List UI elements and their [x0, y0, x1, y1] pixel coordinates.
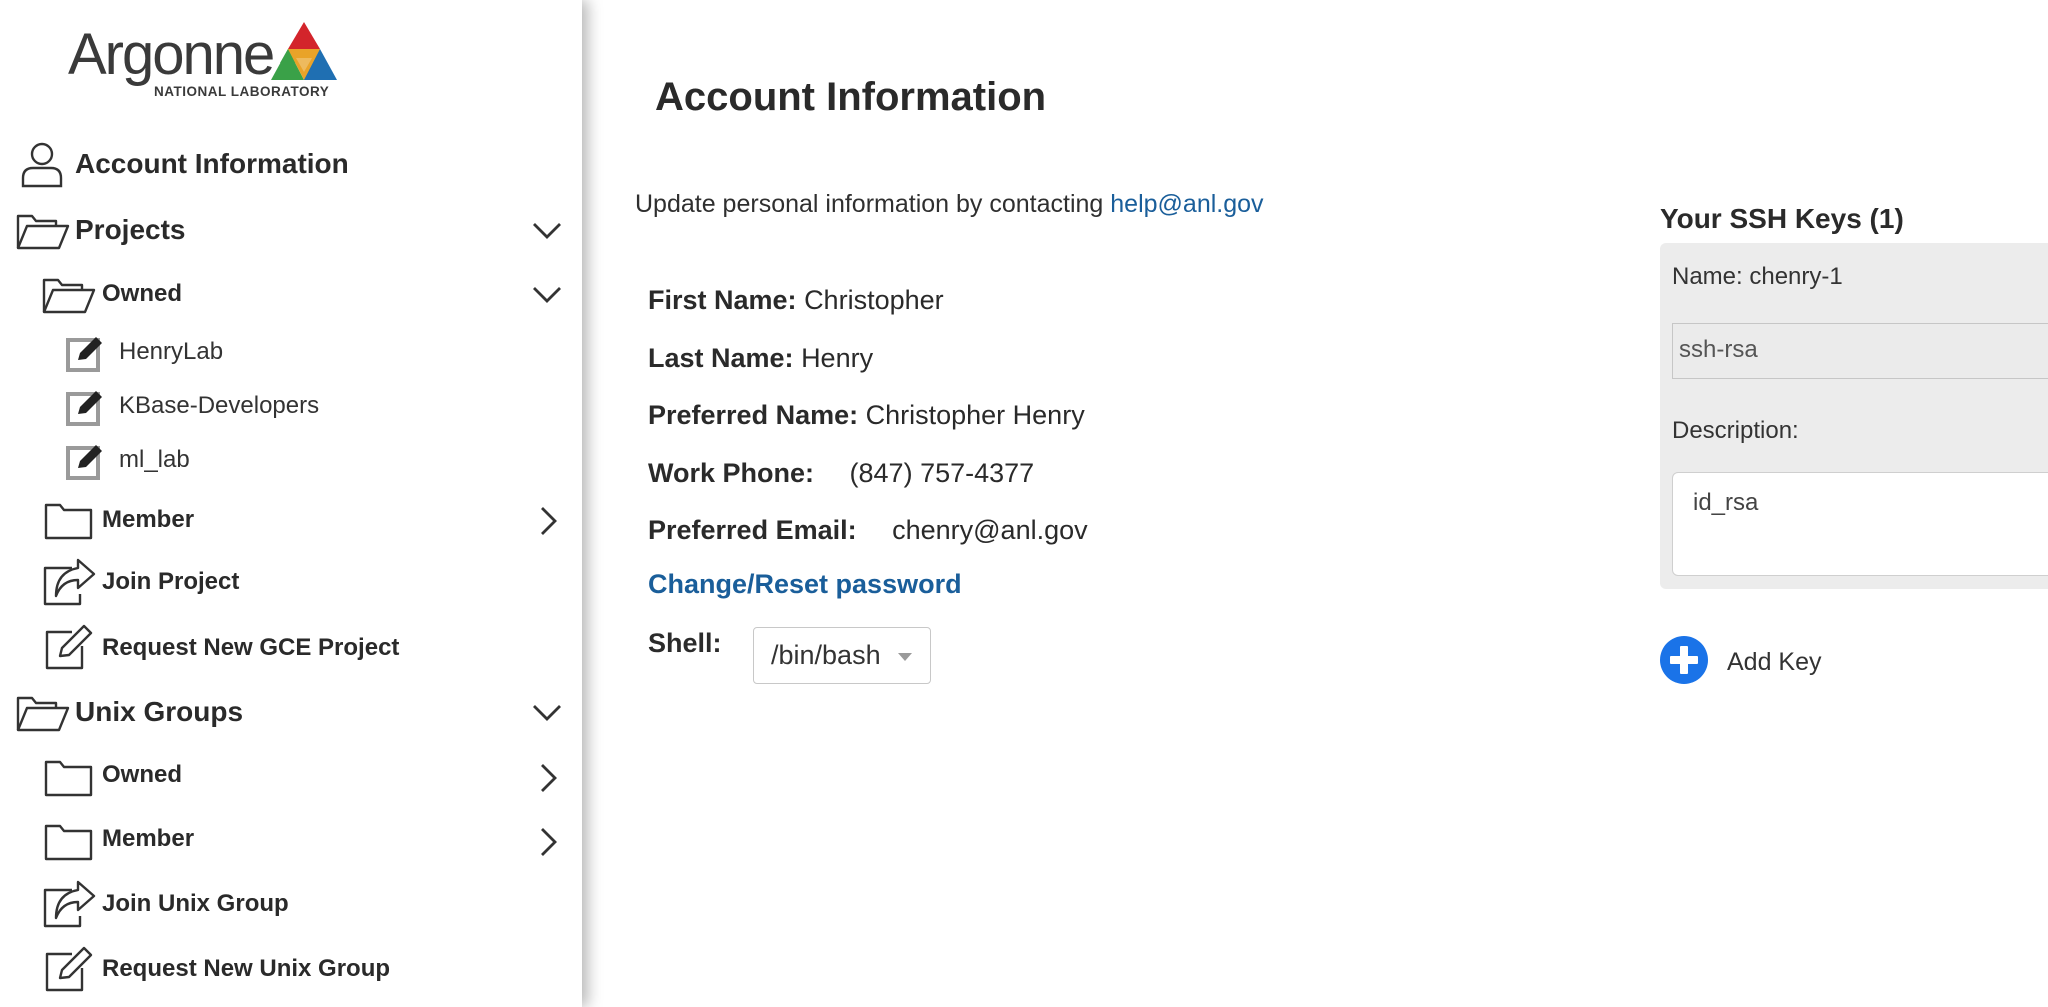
help-email-link[interactable]: help@anl.gov — [1110, 190, 1263, 218]
ssh-key-field[interactable]: ssh-rsa — [1672, 323, 2048, 379]
intro-label: Update personal information by contactin… — [635, 190, 1111, 218]
argonne-logo[interactable]: Argonne NATIONAL LABORATORY — [68, 22, 338, 102]
folder-icon — [44, 760, 93, 797]
add-key-label: Add Key — [1727, 648, 1822, 676]
preferred-email-value: chenry@anl.gov — [892, 515, 1088, 545]
shell-select-value: /bin/bash — [771, 640, 881, 670]
sidebar-item-label: Projects — [75, 214, 186, 245]
page-title: Account Information — [655, 75, 1047, 119]
last-name-label: Last Name: — [648, 343, 794, 373]
shell-select[interactable]: /bin/bash — [753, 627, 931, 684]
edit-icon — [66, 391, 102, 426]
last-name-row: Last Name: Henry — [648, 343, 873, 374]
sidebar-item-join-unix-group[interactable]: Join Unix Group — [0, 878, 560, 928]
sidebar-item-label: Account Information — [75, 148, 349, 179]
logo-word: Argonne — [68, 22, 275, 87]
ssh-key-card: Name: chenry-1 ssh-rsa Description: id_r… — [1660, 243, 2048, 589]
project-label: ml_lab — [119, 446, 190, 473]
argonne-triangle-icon — [271, 22, 337, 80]
project-label: KBase-Developers — [119, 392, 320, 419]
folder-open-icon — [16, 214, 70, 250]
chevron-down-icon[interactable] — [532, 286, 562, 304]
preferred-name-label: Preferred Name: — [648, 400, 859, 430]
user-icon — [21, 142, 63, 188]
work-phone-label: Work Phone: — [648, 458, 815, 488]
sidebar-item-label: Owned — [102, 280, 183, 307]
sidebar-item-label: Join Project — [102, 568, 240, 595]
folder-icon — [44, 503, 93, 540]
intro-text: Update personal information by contactin… — [635, 190, 1264, 219]
work-phone-value: (847) 757-4377 — [849, 458, 1035, 488]
folder-open-icon — [42, 278, 96, 314]
sidebar: Argonne NATIONAL LABORATORY Account Info… — [0, 0, 582, 1007]
sidebar-item-label: Member — [102, 825, 195, 852]
ssh-description-label: Description: — [1672, 417, 1799, 444]
preferred-name-row: Preferred Name: Christopher Henry — [648, 400, 1085, 431]
sidebar-item-label: Member — [102, 506, 195, 533]
ssh-keys-title: Your SSH Keys (1) — [1660, 203, 1904, 234]
main-content: Account Information Update personal info… — [582, 0, 2048, 1007]
sidebar-item-unix-groups[interactable]: Unix Groups — [0, 688, 582, 736]
sidebar-item-projects-owned[interactable]: Owned — [0, 270, 582, 316]
project-item-henrylab[interactable]: HenryLab — [0, 332, 560, 372]
edit-icon — [66, 445, 102, 480]
first-name-label: First Name: — [648, 285, 797, 315]
sidebar-item-label: Join Unix Group — [102, 890, 289, 917]
preferred-email-label: Preferred Email: — [648, 515, 857, 545]
chevron-right-icon[interactable] — [540, 763, 558, 793]
sidebar-item-projects[interactable]: Projects — [0, 206, 582, 254]
sidebar-item-projects-member[interactable]: Member — [0, 496, 582, 542]
preferred-name-value: Christopher Henry — [865, 400, 1085, 430]
sidebar-item-label: Owned — [102, 761, 183, 788]
project-item-kbase-developers[interactable]: KBase-Developers — [0, 386, 560, 426]
folder-icon — [44, 824, 93, 861]
sidebar-item-request-new-gce-project[interactable]: Request New GCE Project — [0, 622, 560, 670]
change-password-link[interactable]: Change/Reset password — [648, 569, 962, 600]
preferred-email-row: Preferred Email: chenry@anl.gov — [648, 515, 1088, 546]
edit-icon — [66, 337, 102, 372]
first-name-row: First Name: Christopher — [648, 285, 944, 316]
edit-icon — [45, 946, 93, 992]
edit-icon — [45, 624, 93, 670]
shell-label: Shell: — [648, 628, 722, 658]
ssh-description-field[interactable]: id_rsa — [1672, 472, 2048, 576]
first-name-value: Christopher — [804, 285, 944, 315]
folder-open-icon — [16, 696, 70, 732]
project-item-ml-lab[interactable]: ml_lab — [0, 440, 560, 480]
project-label: HenryLab — [119, 338, 224, 365]
ssh-key-name: Name: chenry-1 — [1672, 263, 1843, 290]
sidebar-item-label: Request New Unix Group — [102, 955, 391, 982]
plus-circle-icon — [1660, 636, 1708, 684]
sidebar-item-join-project[interactable]: Join Project — [0, 556, 560, 606]
share-icon — [43, 558, 96, 606]
sidebar-item-unix-groups-member[interactable]: Member — [0, 817, 582, 863]
sidebar-item-label: Unix Groups — [75, 696, 244, 727]
last-name-value: Henry — [801, 343, 874, 373]
chevron-right-icon[interactable] — [540, 506, 558, 536]
logo-subtitle: NATIONAL LABORATORY — [154, 84, 330, 99]
sidebar-item-request-new-unix-group[interactable]: Request New Unix Group — [0, 944, 560, 992]
sidebar-item-label: Request New GCE Project — [102, 634, 400, 661]
work-phone-row: Work Phone: (847) 757-4377 — [648, 458, 1034, 489]
sidebar-item-account-information[interactable]: Account Information — [0, 136, 560, 188]
chevron-down-icon[interactable] — [532, 704, 562, 722]
caret-down-icon — [898, 653, 912, 661]
chevron-down-icon[interactable] — [532, 222, 562, 240]
chevron-right-icon[interactable] — [540, 827, 558, 857]
share-icon — [43, 880, 96, 928]
sidebar-item-unix-groups-owned[interactable]: Owned — [0, 753, 582, 799]
